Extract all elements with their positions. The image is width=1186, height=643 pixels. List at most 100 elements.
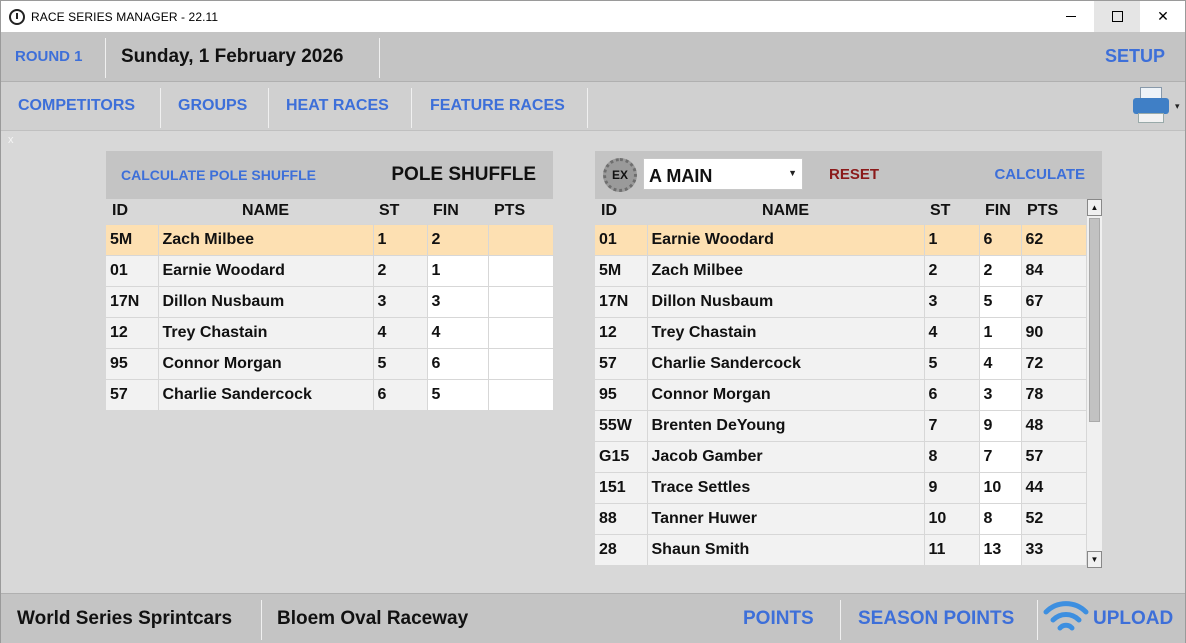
upload-button[interactable]: UPLOAD [1093,608,1173,630]
col-pts[interactable]: PTS [488,199,553,224]
cell-fin: 7 [979,440,1022,472]
col-id[interactable]: ID [595,199,647,224]
tab-heat-races[interactable]: HEAT RACES [286,97,389,115]
cell-st: 4 [924,316,980,348]
table-row[interactable]: 88 Tanner Huwer 10 8 52 [595,502,1086,534]
table-row[interactable]: 57 Charlie Sandercock 6 5 [106,378,554,410]
col-st[interactable]: ST [924,199,979,224]
feature-race-table-viewport[interactable]: ID NAME ST FIN PTS 01 Earnie Woodard 1 6 62 5… [595,199,1086,568]
cell-st: 3 [373,285,428,317]
calculate-button[interactable]: CALCULATE [994,166,1085,183]
table-row[interactable]: 17N Dillon Nusbaum 3 5 67 [595,285,1086,317]
pole-shuffle-table: ID NAME ST FIN PTS 5M Zach Milbee 1 2 01 Earn… [106,199,554,410]
scroll-up-icon[interactable]: ▲ [1087,199,1102,216]
col-fin[interactable]: FIN [979,199,1021,224]
table-row[interactable]: 95 Connor Morgan 5 6 [106,347,554,379]
cell-fin: 5 [979,285,1022,317]
table-row[interactable]: 28 Shaun Smith 11 13 33 [595,533,1086,565]
col-fin[interactable]: FIN [427,199,488,224]
cell-name: Earnie Woodard [158,254,374,286]
race-date[interactable]: Sunday, 1 February 2026 [121,46,343,68]
calculate-pole-shuffle-button[interactable]: CALCULATE POLE SHUFFLE [121,167,316,183]
cell-name: Zach Milbee [158,223,374,255]
cell-st: 2 [373,254,428,286]
col-id[interactable]: ID [106,199,158,224]
cell-fin: 4 [427,316,489,348]
table-row[interactable]: 57 Charlie Sandercock 5 4 72 [595,347,1086,379]
cell-pts: 57 [1021,440,1086,472]
cell-fin: 5 [427,378,489,410]
cell-fin: 13 [979,533,1022,565]
cell-fin: 3 [979,378,1022,410]
cell-pts: 78 [1021,378,1086,410]
divider [587,88,588,128]
reset-button[interactable]: RESET [829,166,879,183]
feature-race-table: ID NAME ST FIN PTS 01 Earnie Woodard 1 6 62 5… [595,199,1086,565]
cell-pts: 67 [1021,285,1086,317]
race-select[interactable]: A MAIN ▼ [643,158,803,190]
cell-fin: 3 [427,285,489,317]
cell-id: 28 [595,533,648,565]
tab-competitors[interactable]: COMPETITORS [18,97,135,115]
cell-id: 95 [595,378,648,410]
divider [411,88,412,128]
tab-groups[interactable]: GROUPS [178,97,247,115]
cell-name: Charlie Sandercock [158,378,374,410]
table-row[interactable]: 95 Connor Morgan 6 3 78 [595,378,1086,410]
gauge-icon [9,8,25,25]
nav-bar: COMPETITORS GROUPS HEAT RACES FEATURE RA… [1,82,1185,131]
close-hint[interactable]: x [8,134,14,146]
table-header: ID NAME ST FIN PTS [106,199,553,224]
divider [379,38,380,78]
series-name: World Series Sprintcars [17,608,233,629]
scroll-thumb[interactable] [1089,218,1100,422]
round-button[interactable]: ROUND 1 [15,48,83,65]
cell-pts: 48 [1021,409,1086,441]
cell-name: Brenten DeYoung [647,409,925,441]
col-name[interactable]: NAME [647,199,924,224]
vertical-scrollbar[interactable]: ▲ ▼ [1086,199,1102,568]
print-button[interactable]: ▾ [1133,87,1180,125]
table-row[interactable]: 5M Zach Milbee 1 2 [106,223,554,255]
close-button[interactable]: ✕ [1140,1,1186,32]
printer-body [1133,98,1169,114]
table-row[interactable]: 5M Zach Milbee 2 2 84 [595,254,1086,286]
setup-button[interactable]: SETUP [1105,46,1165,67]
cell-name: Earnie Woodard [647,223,925,255]
minimize-button[interactable] [1048,1,1094,32]
divider [840,600,841,640]
cell-st: 10 [924,502,980,534]
pole-shuffle-header: CALCULATE POLE SHUFFLE POLE SHUFFLE [106,151,553,199]
maximize-button[interactable] [1094,1,1140,32]
col-name[interactable]: NAME [158,199,373,224]
cell-fin: 2 [427,223,489,255]
cell-name: Jacob Gamber [647,440,925,472]
gear-icon[interactable]: EX [603,158,637,192]
cell-pts: 33 [1021,533,1086,565]
scroll-down-icon[interactable]: ▼ [1087,551,1102,568]
cell-st: 5 [373,347,428,379]
cell-pts: 90 [1021,316,1086,348]
table-row[interactable]: G15 Jacob Gamber 8 7 57 [595,440,1086,472]
table-row[interactable]: 151 Trace Settles 9 10 44 [595,471,1086,503]
col-st[interactable]: ST [373,199,427,224]
table-row[interactable]: 17N Dillon Nusbaum 3 3 [106,285,554,317]
points-button[interactable]: POINTS [743,608,814,630]
table-row[interactable]: 01 Earnie Woodard 2 1 [106,254,554,286]
cell-id: 57 [106,378,159,410]
table-row[interactable]: 01 Earnie Woodard 1 6 62 [595,223,1086,255]
cell-pts: 44 [1021,471,1086,503]
table-row[interactable]: 55W Brenten DeYoung 7 9 48 [595,409,1086,441]
cell-fin: 1 [427,254,489,286]
season-points-button[interactable]: SEASON POINTS [858,608,1014,630]
wifi-icon[interactable] [1042,596,1090,640]
app-window: RACE SERIES MANAGER - 22.11 ✕ ROUND 1 Su… [0,0,1186,643]
cell-st: 7 [924,409,980,441]
cell-fin: 8 [979,502,1022,534]
col-pts[interactable]: PTS [1021,199,1086,224]
table-row[interactable]: 12 Trey Chastain 4 4 [106,316,554,348]
table-row[interactable]: 12 Trey Chastain 4 1 90 [595,316,1086,348]
chevron-down-icon: ▼ [788,168,797,178]
tab-feature-races[interactable]: FEATURE RACES [430,97,565,115]
cell-id: 01 [595,223,648,255]
